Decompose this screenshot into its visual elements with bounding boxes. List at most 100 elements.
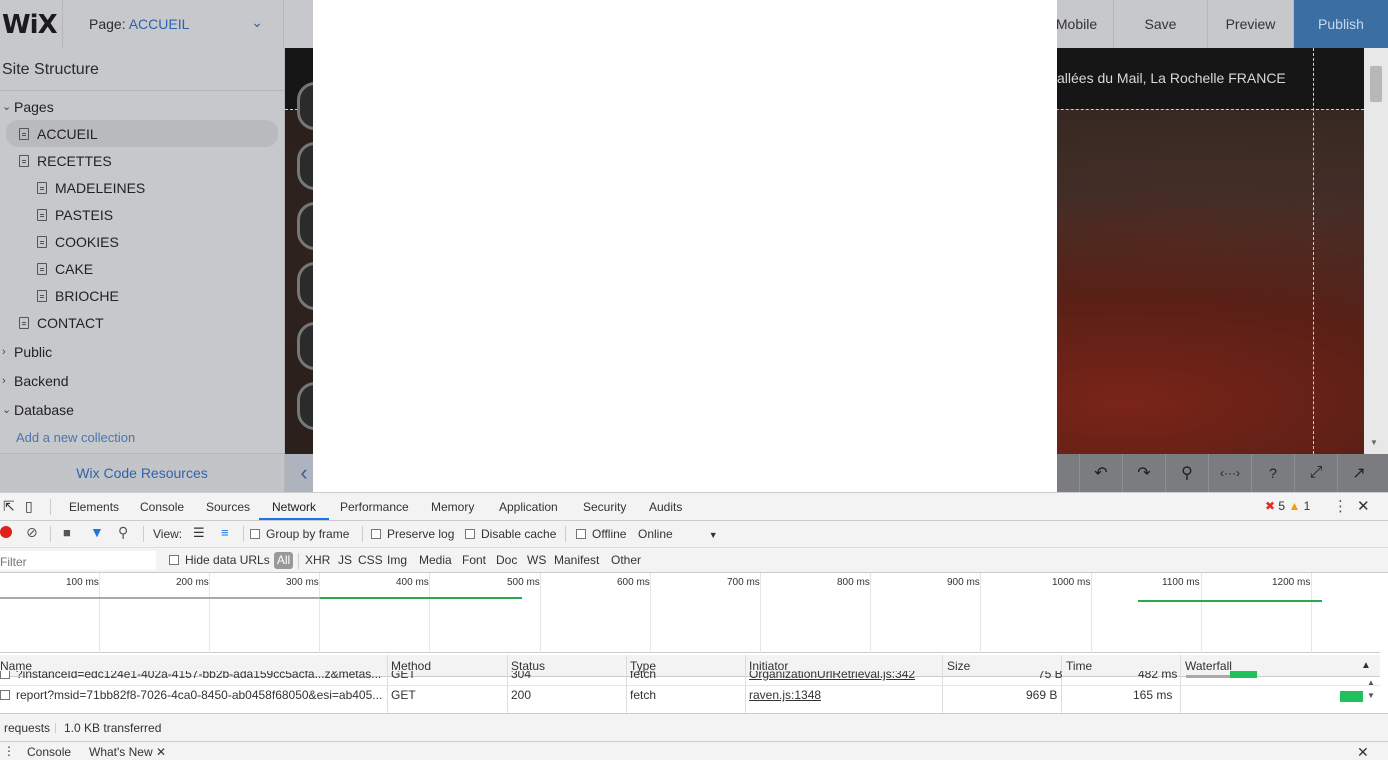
filter-type-js[interactable]: JS bbox=[338, 553, 352, 567]
filter-input[interactable] bbox=[0, 551, 156, 570]
filter-type-all[interactable]: All bbox=[274, 552, 293, 569]
hide-data-urls-checkbox[interactable]: Hide data URLs bbox=[169, 553, 270, 567]
waterfall-view-icon[interactable]: ≡ bbox=[221, 525, 229, 540]
code-toggle-icon[interactable]: ‹···› bbox=[1208, 454, 1251, 492]
filter-type-font[interactable]: Font bbox=[462, 553, 486, 567]
wix-logo[interactable]: WiX bbox=[2, 10, 58, 40]
list-view-icon[interactable]: ☰ bbox=[193, 525, 205, 541]
scroll-down-arrow-icon[interactable]: ▼ bbox=[1367, 691, 1375, 700]
scroll-up-arrow-icon[interactable]: ▲ bbox=[1367, 678, 1375, 687]
tree-page-madeleines[interactable]: MADELEINES bbox=[0, 174, 285, 201]
tab-network[interactable]: Network bbox=[272, 500, 316, 514]
tree-page-accueil[interactable]: ACCUEIL bbox=[6, 120, 278, 147]
network-summary-bar: requests 1.0 KB transferred bbox=[0, 713, 1388, 741]
filter-type-media[interactable]: Media bbox=[419, 553, 452, 567]
publish-button[interactable]: Publish bbox=[1293, 0, 1388, 48]
waterfall-bar-download bbox=[1340, 691, 1363, 702]
tree-section-database[interactable]: ⌄ Database bbox=[0, 396, 285, 423]
tree-page-cookies[interactable]: COOKIES bbox=[0, 228, 285, 255]
divider bbox=[362, 526, 363, 542]
device-toolbar-icon[interactable]: ▯ bbox=[25, 498, 33, 515]
preview-button[interactable]: Preview bbox=[1207, 0, 1293, 48]
tab-memory[interactable]: Memory bbox=[431, 500, 474, 514]
table-row[interactable]: report?msid=71bb82f8-7026-4ca0-8450-ab04… bbox=[0, 678, 1380, 705]
open-external-icon[interactable]: ↗ bbox=[1337, 454, 1380, 492]
filter-type-manifest[interactable]: Manifest bbox=[554, 553, 599, 567]
tick-label: 1200 ms bbox=[1272, 577, 1311, 588]
waterfall-bar-waiting bbox=[1186, 675, 1230, 678]
group-by-frame-checkbox[interactable]: Group by frame bbox=[250, 527, 349, 541]
page-icon bbox=[19, 127, 29, 140]
zoom-icon[interactable]: ⚲ bbox=[1165, 454, 1208, 492]
filter-funnel-icon[interactable]: ▼ bbox=[90, 524, 104, 540]
network-rows: ?instanceId=edc124e1-402a-4157-bb2b-ada1… bbox=[0, 671, 1380, 713]
expand-icon[interactable]: ⤢ bbox=[1294, 454, 1337, 492]
tab-sources[interactable]: Sources bbox=[206, 500, 250, 514]
preserve-log-checkbox[interactable]: Preserve log bbox=[371, 527, 454, 541]
cell-size: 75 B bbox=[1038, 671, 1063, 681]
tree-page-brioche[interactable]: BRIOCHE bbox=[0, 282, 285, 309]
canvas-scrollbar[interactable] bbox=[1364, 48, 1388, 454]
disable-cache-checkbox[interactable]: Disable cache bbox=[465, 527, 556, 541]
tree-section-public[interactable]: › Public bbox=[0, 338, 285, 365]
filter-type-css[interactable]: CSS bbox=[358, 553, 383, 567]
tab-application[interactable]: Application bbox=[499, 500, 558, 514]
table-row[interactable]: ?instanceId=edc124e1-402a-4157-bb2b-ada1… bbox=[0, 671, 1380, 685]
inspect-element-icon[interactable]: ⇱ bbox=[3, 498, 15, 515]
cell-size: 969 B bbox=[1026, 688, 1058, 702]
caret-down-icon: ⌄ bbox=[2, 101, 12, 113]
save-button[interactable]: Save bbox=[1113, 0, 1207, 48]
close-icon[interactable]: ✕ bbox=[156, 745, 166, 759]
help-icon[interactable]: ? bbox=[1251, 454, 1294, 492]
tree-page-recettes[interactable]: RECETTES bbox=[0, 147, 285, 174]
code-resources-tab[interactable]: Wix Code Resources bbox=[0, 453, 284, 492]
close-drawer-icon[interactable]: ✕ bbox=[1357, 744, 1369, 761]
tab-console[interactable]: Console bbox=[140, 500, 184, 514]
tab-security[interactable]: Security bbox=[583, 500, 626, 514]
filter-type-doc[interactable]: Doc bbox=[496, 553, 517, 567]
add-collection-link[interactable]: Add a new collection bbox=[16, 430, 135, 445]
tree-page-pasteis[interactable]: PASTEIS bbox=[0, 201, 285, 228]
tree-page-contact[interactable]: CONTACT bbox=[0, 309, 285, 336]
offline-checkbox[interactable]: Offline bbox=[576, 527, 626, 541]
scroll-down-arrow-icon[interactable]: ▼ bbox=[1370, 438, 1378, 447]
drawer-tab-console[interactable]: Console bbox=[27, 745, 71, 759]
filter-type-img[interactable]: Img bbox=[387, 553, 407, 567]
screenshot-camera-icon[interactable]: ■ bbox=[63, 525, 71, 540]
cell-initiator-link[interactable]: raven.js:1348 bbox=[749, 688, 821, 702]
network-overview-timeline[interactable]: 100 ms 200 ms 300 ms 400 ms 500 ms 600 m… bbox=[0, 573, 1380, 653]
tab-audits[interactable]: Audits bbox=[649, 500, 682, 514]
header-address-text: allées du Mail, La Rochelle FRANCE bbox=[1057, 70, 1286, 86]
more-options-icon[interactable]: ⋮ bbox=[1333, 497, 1348, 515]
tree-section-pages[interactable]: ⌄ Pages bbox=[0, 93, 285, 120]
page-selector[interactable]: Page: ACCUEIL ⌄ bbox=[62, 0, 284, 48]
error-warning-counter[interactable]: ✖ 5 ▲ 1 bbox=[1265, 499, 1310, 513]
drawer-tab-whats-new[interactable]: What's New ✕ bbox=[89, 745, 166, 759]
undo-icon[interactable]: ↶ bbox=[1079, 454, 1122, 492]
cell-status: 200 bbox=[511, 688, 532, 702]
record-icon[interactable] bbox=[0, 526, 12, 538]
throttle-select[interactable]: Online ▼ bbox=[638, 527, 718, 541]
devtools-panel: ⇱ ▯ Elements Console Sources Network Per… bbox=[0, 492, 1388, 761]
filter-type-ws[interactable]: WS bbox=[527, 553, 546, 567]
tick-label: 800 ms bbox=[837, 577, 870, 588]
scrollbar-thumb[interactable] bbox=[1370, 66, 1382, 102]
cell-method: GET bbox=[391, 688, 416, 702]
tree-page-cake[interactable]: CAKE bbox=[0, 255, 285, 282]
search-icon[interactable]: ⚲ bbox=[118, 524, 128, 541]
drawer-menu-icon[interactable]: ⋮ bbox=[3, 744, 15, 758]
close-icon[interactable]: ✕ bbox=[1357, 497, 1370, 515]
tab-performance[interactable]: Performance bbox=[340, 500, 409, 514]
cell-initiator-link[interactable]: OrganizationUrlRetrieval.js:342 bbox=[749, 671, 915, 681]
filter-bar: Hide data URLs All XHR JS CSS Img Media … bbox=[0, 548, 1388, 573]
redo-icon[interactable]: ↷ bbox=[1122, 454, 1165, 492]
dropdown-arrow-icon: ▼ bbox=[708, 530, 718, 540]
tab-elements[interactable]: Elements bbox=[69, 500, 119, 514]
page-icon bbox=[19, 154, 29, 167]
filter-type-other[interactable]: Other bbox=[611, 553, 641, 567]
filter-type-xhr[interactable]: XHR bbox=[305, 553, 330, 567]
clear-icon[interactable]: ⊘ bbox=[26, 524, 38, 541]
cell-time: 165 ms bbox=[1133, 688, 1173, 702]
site-structure-panel: Site Structure ⌄ Pages ACCUEIL RECETTES … bbox=[0, 48, 285, 492]
tree-section-backend[interactable]: › Backend bbox=[0, 367, 285, 394]
